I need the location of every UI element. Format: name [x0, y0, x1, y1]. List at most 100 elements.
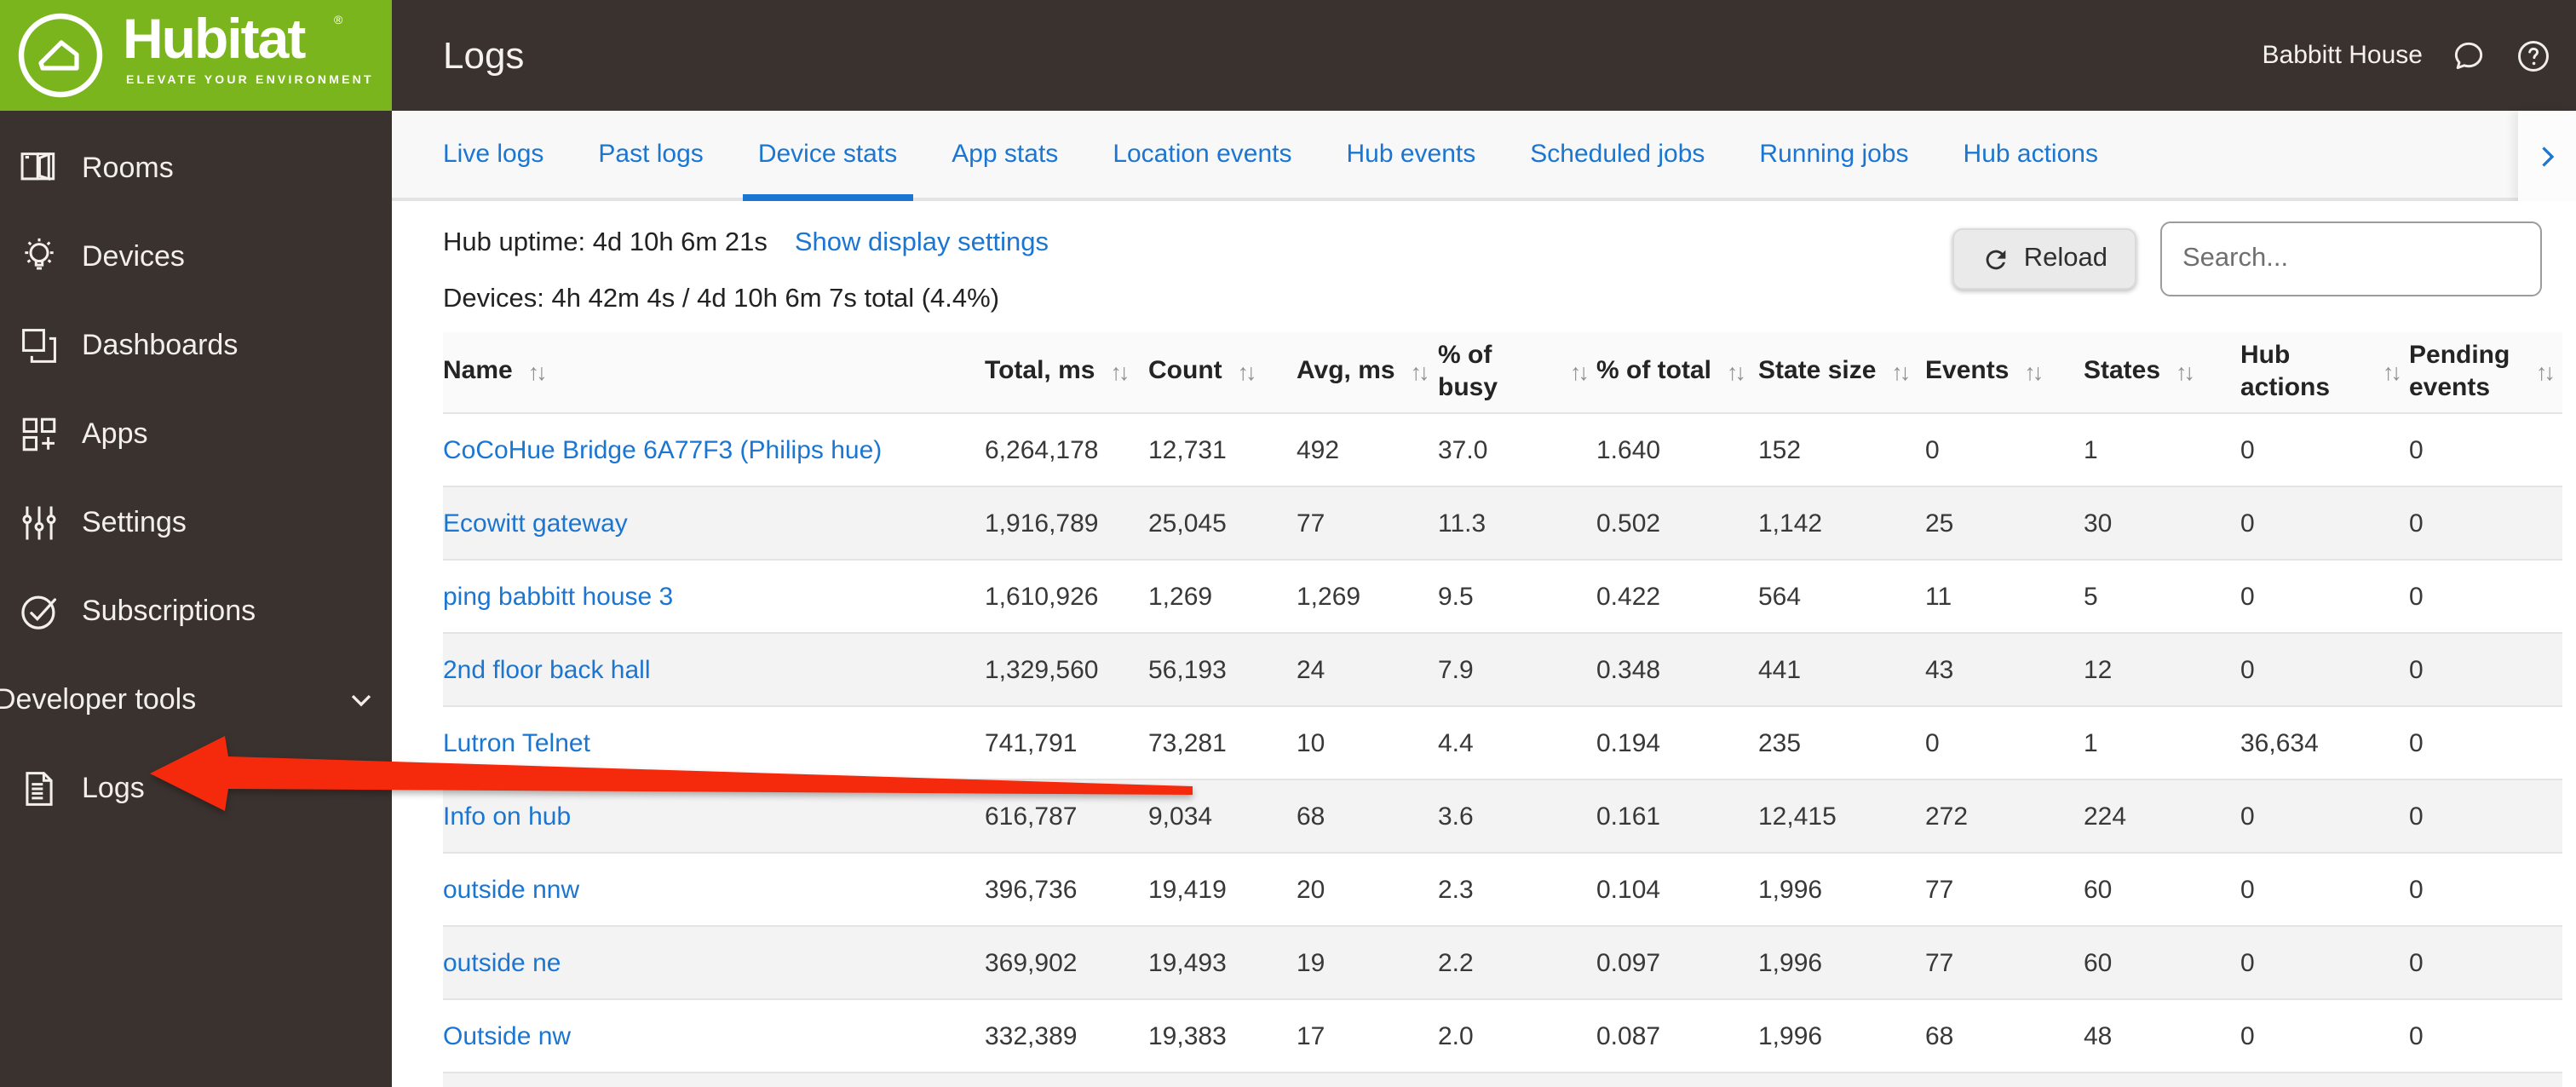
sidebar-item-label: Devices — [82, 240, 185, 273]
stat-cell: 77 — [1925, 925, 2084, 999]
device-stats-body: CoCoHue Bridge 6A77F3 (Philips hue) 6,26… — [443, 412, 2562, 1087]
table-row: ping babbitt house 3 1,610,926 1,269 1,2… — [443, 559, 2562, 633]
tab-live-logs[interactable]: Live logs — [416, 111, 571, 198]
sidebar-item-dashboards[interactable]: Dashboards — [0, 302, 392, 390]
device-link[interactable]: outside ne — [443, 948, 561, 977]
subscriptions-icon — [21, 595, 57, 630]
chat-icon[interactable] — [2450, 37, 2487, 74]
column-header-count: Count — [1148, 356, 1222, 386]
stat-cell: 50 — [2084, 1072, 2240, 1087]
sort-icon[interactable]: ↑↓ — [2536, 359, 2556, 385]
stat-cell: 1,329,560 — [985, 632, 1148, 706]
sidebar-item-settings[interactable]: Settings — [0, 479, 392, 567]
tab-running-jobs[interactable]: Running jobs — [1732, 111, 1935, 198]
table-row: outside nne 316,518 19,300 16 1.9 0.083 … — [443, 1072, 2562, 1087]
stat-cell: 0 — [2240, 852, 2409, 926]
hubitat-house-icon — [18, 13, 103, 98]
sidebar-item-logs[interactable]: Logs — [0, 745, 392, 833]
stat-cell: 272 — [1925, 779, 2084, 853]
stat-cell: 16 — [1297, 1072, 1438, 1087]
stat-cell: 1,269 — [1148, 559, 1297, 633]
column-header-pct-busy: % of busy — [1438, 340, 1498, 402]
tab-hub-events[interactable]: Hub events — [1319, 111, 1503, 198]
show-display-settings-link[interactable]: Show display settings — [795, 228, 1049, 259]
stat-cell: 0.348 — [1596, 632, 1758, 706]
hubitat-logo[interactable]: Hubitat ® ELEVATE YOUR ENVIRONMENT — [0, 0, 392, 111]
tab-past-logs[interactable]: Past logs — [571, 111, 730, 198]
tab-scheduled-jobs[interactable]: Scheduled jobs — [1503, 111, 1732, 198]
sort-icon[interactable]: ↑↓ — [1891, 359, 1911, 385]
column-header-hub-actions: Hub actions — [2240, 340, 2331, 402]
sidebar-item-label: Apps — [82, 417, 148, 450]
sort-icon[interactable]: ↑↓ — [1238, 359, 1257, 385]
tab-app-stats[interactable]: App stats — [924, 111, 1085, 198]
logs-tab-bar: Live logs Past logs Device stats App sta… — [392, 111, 2576, 201]
stat-cell: 12,415 — [1758, 779, 1925, 853]
stat-cell: 0.104 — [1596, 852, 1758, 926]
stat-cell: 0.087 — [1596, 998, 1758, 1073]
stat-cell: 0.502 — [1596, 486, 1758, 560]
stat-cell: 0 — [1925, 412, 2084, 486]
column-header-events: Events — [1925, 356, 2010, 386]
stat-cell: 0 — [2409, 925, 2562, 999]
device-link[interactable]: CoCoHue Bridge 6A77F3 (Philips hue) — [443, 435, 882, 464]
stat-cell: 0 — [2409, 559, 2562, 633]
sidebar-item-apps[interactable]: Apps — [0, 390, 392, 479]
device-link[interactable]: Lutron Telnet — [443, 728, 590, 757]
sort-icon[interactable]: ↑↓ — [2024, 359, 2044, 385]
stat-cell: 0.161 — [1596, 779, 1758, 853]
sort-icon[interactable]: ↑↓ — [2176, 359, 2195, 385]
sort-icon[interactable]: ↑↓ — [1110, 359, 1130, 385]
stat-cell: 0 — [2409, 705, 2562, 779]
tabs-scroll-right-button[interactable] — [2518, 111, 2576, 201]
stat-cell: 316,518 — [985, 1072, 1148, 1087]
stat-cell: 0 — [2409, 998, 2562, 1073]
stat-cell: 36,634 — [2240, 705, 2409, 779]
stat-cell: 19,300 — [1148, 1072, 1297, 1087]
stat-cell: 1,996 — [1758, 925, 1925, 999]
stat-cell: 2.2 — [1438, 925, 1596, 999]
tab-hub-actions[interactable]: Hub actions — [1936, 111, 2125, 198]
device-link[interactable]: Outside nw — [443, 1021, 571, 1050]
stat-cell: 48 — [2084, 998, 2240, 1073]
help-icon[interactable] — [2515, 37, 2552, 74]
device-name-cell: 2nd floor back hall — [443, 632, 985, 706]
device-name-cell: Info on hub — [443, 779, 985, 853]
sort-icon[interactable]: ↑↓ — [1570, 359, 1590, 385]
stat-cell: 1,142 — [1758, 486, 1925, 560]
logs-icon — [26, 772, 53, 806]
stat-cell: 492 — [1297, 412, 1438, 486]
device-name-cell: CoCoHue Bridge 6A77F3 (Philips hue) — [443, 412, 985, 486]
stat-cell: 19,383 — [1148, 998, 1297, 1073]
search-input[interactable] — [2160, 221, 2542, 296]
column-header-states: States — [2084, 356, 2161, 386]
stat-cell: 56,193 — [1148, 632, 1297, 706]
sort-icon[interactable]: ↑↓ — [528, 359, 548, 385]
stat-cell: 0 — [2240, 559, 2409, 633]
sidebar-item-devices[interactable]: Devices — [0, 213, 392, 302]
sidebar-item-rooms[interactable]: Rooms — [0, 124, 392, 213]
stat-cell: 12 — [2084, 632, 2240, 706]
device-link[interactable]: 2nd floor back hall — [443, 655, 651, 684]
table-row: Info on hub 616,787 9,034 68 3.6 0.161 1… — [443, 779, 2562, 853]
tab-device-stats[interactable]: Device stats — [731, 111, 924, 201]
tab-location-events[interactable]: Location events — [1085, 111, 1319, 198]
device-link[interactable]: outside nnw — [443, 875, 579, 904]
sidebar-item-label: Subscriptions — [82, 595, 256, 627]
sidebar-item-developer-tools[interactable]: Developer tools — [0, 656, 392, 745]
sort-icon[interactable]: ↑↓ — [1411, 359, 1430, 385]
device-link[interactable]: Info on hub — [443, 802, 571, 831]
stat-cell: 19,419 — [1148, 852, 1297, 926]
reload-button[interactable]: Reload — [1952, 228, 2136, 290]
table-row: CoCoHue Bridge 6A77F3 (Philips hue) 6,26… — [443, 412, 2562, 486]
sidebar-item-subscriptions[interactable]: Subscriptions — [0, 567, 392, 656]
device-link[interactable]: Ecowitt gateway — [443, 509, 628, 538]
device-link[interactable]: ping babbitt house 3 — [443, 582, 673, 611]
devices-icon — [25, 238, 54, 270]
dashboards-icon — [22, 329, 56, 363]
sort-icon[interactable]: ↑↓ — [1727, 359, 1746, 385]
sort-icon[interactable]: ↑↓ — [2383, 359, 2402, 385]
stat-cell: 0 — [2409, 486, 2562, 560]
settings-icon — [22, 506, 56, 540]
stat-cell: 3.6 — [1438, 779, 1596, 853]
